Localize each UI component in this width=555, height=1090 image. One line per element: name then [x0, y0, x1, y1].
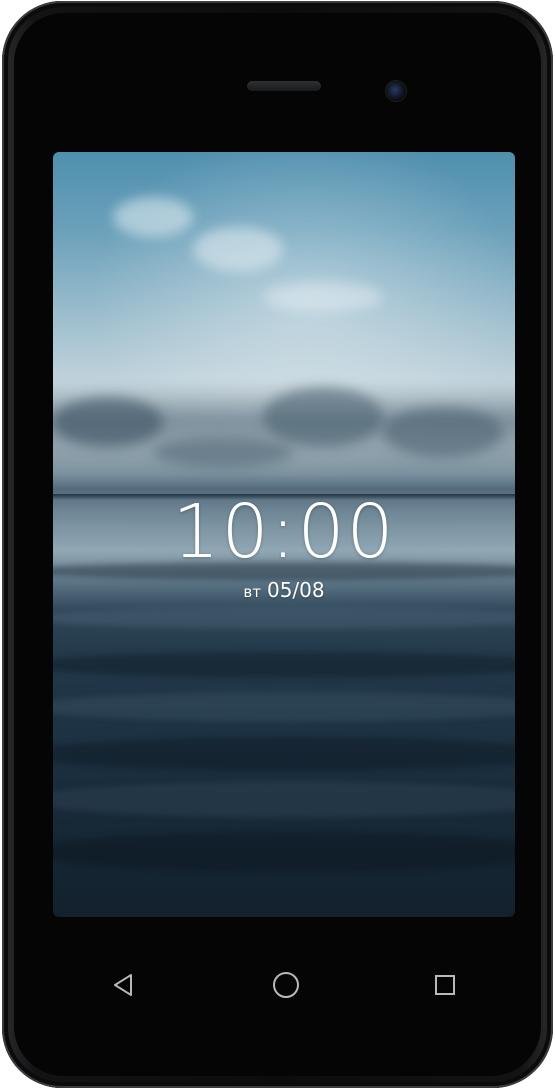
wallpaper-cloud [153, 437, 293, 467]
wallpaper-cloud [263, 387, 383, 447]
recent-apps-square-icon [435, 975, 455, 995]
back-triangle-icon [114, 974, 132, 996]
home-circle-icon [273, 972, 299, 998]
wallpaper-wave [53, 737, 515, 771]
wallpaper-wave [53, 692, 515, 722]
lockscreen-clock: 10:00 [172, 489, 396, 575]
wallpaper-cloud [383, 407, 503, 457]
recent-apps-button[interactable] [427, 967, 463, 1003]
home-button[interactable] [268, 967, 304, 1003]
lockscreen-weekday: вт [243, 583, 261, 601]
wallpaper-wave [53, 782, 515, 818]
navigation-bar [53, 950, 515, 1020]
earpiece-speaker [247, 81, 321, 91]
wallpaper-cloud [263, 282, 383, 312]
wallpaper-cloud [193, 227, 283, 272]
front-camera-icon [386, 81, 406, 101]
wallpaper-wave [53, 607, 515, 629]
wallpaper-wave [53, 832, 515, 872]
wallpaper-cloud [113, 197, 193, 237]
wallpaper-wave [53, 652, 515, 678]
lockscreen-date: вт 05/08 [53, 576, 515, 606]
wallpaper-cloud [53, 397, 163, 447]
lock-screen[interactable]: 10:00 вт 05/08 [53, 152, 515, 917]
lockscreen-date-value: 05/08 [266, 578, 325, 602]
back-button[interactable] [105, 967, 141, 1003]
